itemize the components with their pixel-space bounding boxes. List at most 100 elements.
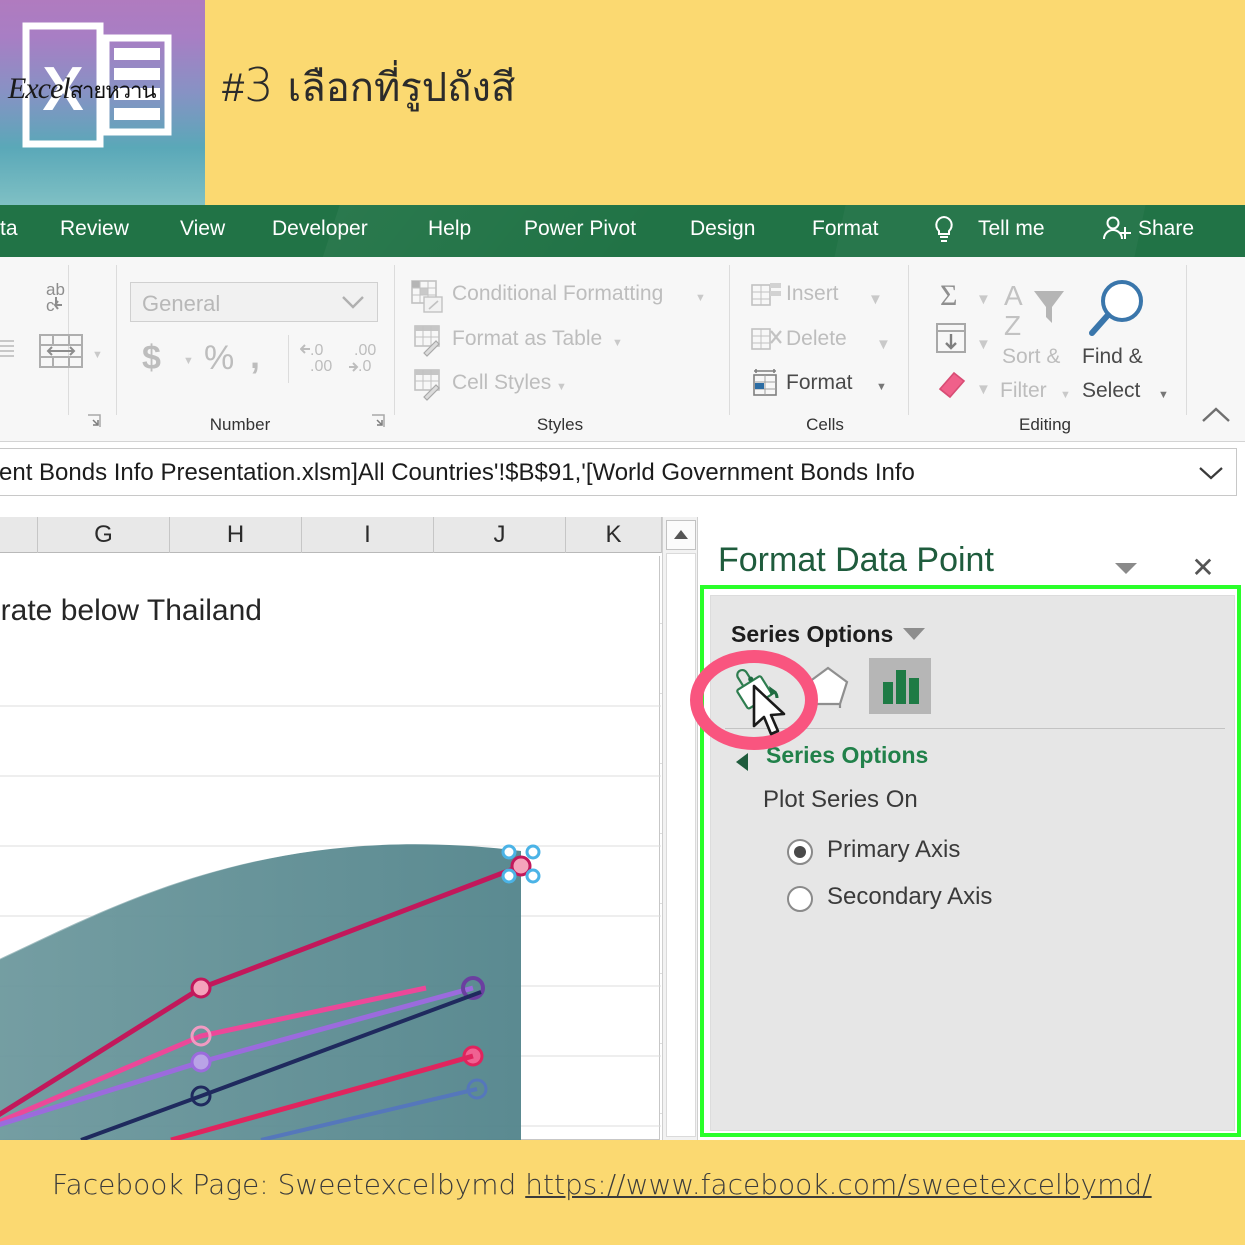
bar-chart-icon	[883, 670, 919, 704]
series-options-dropdown-label[interactable]: Series Options	[731, 621, 893, 648]
chevron-down-icon[interactable]	[1198, 465, 1224, 481]
merge-cells-caret-icon[interactable]: ▼	[92, 349, 103, 361]
comma-style-icon[interactable]: ,	[250, 335, 260, 377]
vertical-scrollbar[interactable]	[662, 517, 698, 1140]
percent-icon[interactable]: %	[204, 339, 234, 378]
tab-help[interactable]: Help	[428, 217, 471, 241]
pane-menu-caret-icon[interactable]	[1113, 559, 1139, 577]
decrease-decimal-icon[interactable]: .00 .0	[348, 337, 394, 384]
lightbulb-icon	[935, 215, 953, 242]
tab-review[interactable]: Review	[60, 217, 129, 241]
currency-caret-icon[interactable]: ▼	[183, 355, 194, 367]
svg-text:.0: .0	[358, 358, 371, 375]
delete-cells-icon[interactable]	[750, 323, 784, 362]
format-label[interactable]: Format	[786, 371, 853, 395]
cell-styles-caret-icon[interactable]: ▼	[556, 381, 567, 393]
increase-decimal-icon[interactable]: .0 .00	[299, 337, 346, 384]
mouse-cursor-icon	[752, 684, 786, 736]
brand-name-thai: สายหวาน	[69, 79, 157, 104]
close-icon[interactable]: ✕	[1188, 553, 1218, 583]
fill-icon[interactable]	[932, 319, 972, 364]
format-caret-icon[interactable]: ▼	[876, 381, 887, 393]
cell-styles-label[interactable]: Cell Styles	[452, 371, 551, 395]
delete-caret-icon[interactable]: ▼	[876, 336, 891, 353]
series-options-section-title: Series Options	[766, 742, 929, 768]
triangle-collapse-icon[interactable]	[736, 753, 748, 771]
fill-caret-icon[interactable]: ▼	[976, 336, 991, 353]
formula-input[interactable]: ent Bonds Info Presentation.xlsm]All Cou…	[0, 448, 1237, 496]
footer-facebook-link[interactable]: https://www.facebook.com/sweetexcelbymd/	[525, 1168, 1151, 1201]
chevron-down-icon[interactable]	[903, 628, 925, 640]
chevron-down-icon[interactable]	[341, 295, 365, 309]
radio-label-secondary-axis: Secondary Axis	[827, 883, 993, 910]
tab-design[interactable]: Design	[690, 217, 755, 241]
find-select-caret-icon[interactable]: ▼	[1158, 389, 1169, 401]
worksheet-area[interactable]: ( st rate below Thailand	[0, 553, 662, 1140]
tab-view[interactable]: View	[180, 217, 225, 241]
column-header-H[interactable]: H	[170, 517, 302, 553]
find-select-label-2[interactable]: Select	[1082, 379, 1140, 403]
conditional-formatting-caret-icon[interactable]: ▼	[695, 292, 706, 304]
chevron-up-icon[interactable]	[1200, 405, 1232, 432]
highlight-box: Series Options Series Options Plot Serie…	[700, 585, 1241, 1137]
alignment-dialog-launcher[interactable]	[86, 413, 102, 429]
brand-logo-block: X Excelสายหวาน	[0, 0, 205, 205]
conditional-formatting-label[interactable]: Conditional Formatting	[452, 282, 663, 306]
tab-format[interactable]: Format	[812, 217, 879, 241]
number-format-dropdown[interactable]: General	[130, 282, 378, 322]
align-justify-icon[interactable]	[0, 335, 20, 368]
conditional-formatting-icon[interactable]	[410, 279, 446, 320]
format-cells-icon[interactable]	[750, 367, 784, 406]
column-header-partial[interactable]	[0, 517, 38, 553]
scroll-up-button[interactable]	[666, 520, 696, 550]
sort-filter-label-1[interactable]: Sort &	[1002, 345, 1060, 369]
sort-filter-label-2[interactable]: Filter	[1000, 379, 1047, 403]
footer-banner: Facebook Page: Sweetexcelbymd https://ww…	[0, 1140, 1245, 1245]
column-header-J[interactable]: J	[434, 517, 566, 553]
insert-cells-icon[interactable]	[750, 279, 784, 318]
radio-button-secondary-axis[interactable]	[787, 886, 813, 912]
group-label-cells: Cells	[806, 415, 844, 434]
column-header-row: G H I J K	[0, 517, 662, 553]
currency-icon[interactable]: $	[142, 339, 161, 378]
autosum-caret-icon[interactable]: ▼	[976, 291, 991, 308]
find-select-icon[interactable]	[1086, 277, 1154, 348]
sort-filter-icon[interactable]: A Z	[1000, 277, 1072, 354]
radio-button-primary-axis[interactable]	[787, 839, 813, 865]
pane-tab-effects[interactable]	[797, 658, 859, 714]
clear-icon[interactable]	[934, 365, 974, 406]
tab-share[interactable]: Share	[1138, 217, 1194, 241]
svg-text:.00: .00	[354, 342, 376, 359]
chart-object[interactable]: st rate below Thailand	[0, 556, 661, 1140]
insert-label[interactable]: Insert	[786, 282, 839, 306]
group-label-editing: Editing	[1019, 415, 1071, 434]
tab-developer[interactable]: Developer	[272, 217, 368, 241]
column-header-K[interactable]: K	[566, 517, 662, 553]
clear-caret-icon[interactable]: ▼	[976, 381, 991, 398]
pane-tab-series-options[interactable]	[869, 658, 931, 714]
autosum-icon[interactable]: Σ	[936, 275, 974, 320]
merge-cells-icon[interactable]	[36, 329, 86, 378]
radio-secondary-axis[interactable]: Secondary Axis	[787, 883, 1187, 919]
pane-title: Format Data Point	[718, 541, 994, 579]
number-dialog-launcher[interactable]	[370, 413, 386, 429]
svg-text:c: c	[46, 296, 55, 315]
format-as-table-label[interactable]: Format as Table	[452, 327, 602, 351]
brand-name-en: Excel	[8, 72, 71, 105]
format-as-table-caret-icon[interactable]: ▼	[612, 337, 623, 349]
tab-power-pivot[interactable]: Power Pivot	[524, 217, 636, 241]
wrap-text-icon[interactable]: ab c	[40, 275, 82, 322]
cell-styles-icon[interactable]	[412, 367, 446, 406]
column-header-I[interactable]: I	[302, 517, 434, 553]
delete-label[interactable]: Delete	[786, 327, 847, 351]
column-header-G[interactable]: G	[38, 517, 170, 553]
tab-tell-me[interactable]: Tell me	[978, 217, 1045, 241]
tab-data[interactable]: ta	[0, 217, 18, 241]
insert-caret-icon[interactable]: ▼	[868, 291, 883, 308]
radio-primary-axis[interactable]: Primary Axis	[787, 836, 1187, 872]
ribbon-body: ab c ▼ General $ ▼ % , .0 .00 .00 .0 Num…	[0, 257, 1245, 442]
scrollbar-track[interactable]	[666, 553, 696, 1137]
format-as-table-icon[interactable]	[412, 323, 446, 362]
find-select-label-1[interactable]: Find &	[1082, 345, 1143, 369]
sort-filter-caret-icon[interactable]: ▼	[1060, 389, 1071, 401]
